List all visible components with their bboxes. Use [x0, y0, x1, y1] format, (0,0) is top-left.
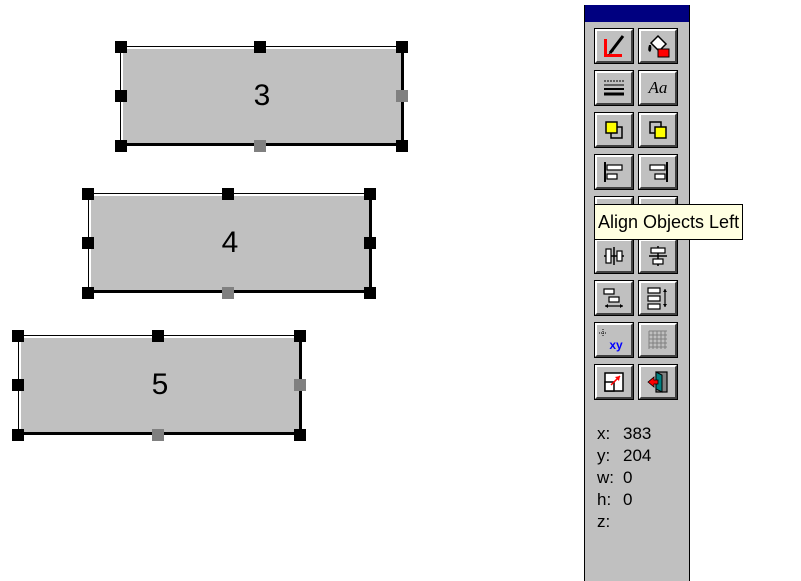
exit-icon	[647, 371, 668, 393]
resize-handle[interactable]	[152, 330, 164, 342]
resize-handle[interactable]	[396, 90, 408, 102]
resize-handle[interactable]	[396, 140, 408, 152]
resize-handle[interactable]	[82, 237, 94, 249]
coord-y-row: y: 204	[597, 445, 677, 467]
grid-icon	[648, 330, 667, 349]
coord-z-value	[623, 511, 677, 533]
coord-x-row: x: 383	[597, 423, 677, 445]
resize-handle[interactable]	[115, 140, 127, 152]
resize-button[interactable]	[595, 365, 633, 399]
coord-z-label: z:	[597, 512, 611, 531]
line-style-icon	[604, 80, 624, 96]
resize-handle[interactable]	[115, 90, 127, 102]
center-vertical-button[interactable]	[639, 239, 677, 273]
bring-to-front-icon	[605, 121, 623, 139]
resize-handle[interactable]	[12, 379, 24, 391]
resize-handle[interactable]	[222, 287, 234, 299]
coord-x-value: 383	[623, 424, 652, 443]
center-vertical-icon	[649, 246, 667, 266]
coord-h-value: 0	[623, 490, 633, 509]
align-right-icon	[649, 162, 668, 182]
resize-handle[interactable]	[222, 188, 234, 200]
coord-w-label: w:	[597, 468, 614, 487]
coordinates-button[interactable]: xy	[595, 323, 633, 357]
coordinates-readout: x: 383 y: 204 w: 0 h: 0 z:	[597, 423, 677, 533]
resize-handle[interactable]	[294, 379, 306, 391]
space-horizontal-icon	[603, 288, 623, 308]
space-vertical-icon	[647, 287, 667, 310]
grid-button[interactable]	[639, 323, 677, 357]
resize-icon	[604, 372, 624, 392]
space-horizontal-button[interactable]	[595, 281, 633, 315]
resize-handle[interactable]	[12, 429, 24, 441]
resize-handle[interactable]	[364, 287, 376, 299]
resize-handle[interactable]	[364, 237, 376, 249]
paint-bucket-button[interactable]	[639, 29, 677, 63]
coord-w-value: 0	[623, 468, 633, 487]
coord-y-value: 204	[623, 446, 652, 465]
paintbrush-button[interactable]	[595, 29, 633, 63]
resize-handle[interactable]	[364, 188, 376, 200]
coord-h-row: h: 0	[597, 489, 677, 511]
resize-handle[interactable]	[294, 429, 306, 441]
resize-handle[interactable]	[12, 330, 24, 342]
object-label: 5	[151, 368, 169, 401]
resize-handle[interactable]	[254, 41, 266, 53]
line-style-button[interactable]	[595, 71, 633, 105]
toolbox-palette: Aa xy x: 383 y: 204 w: 0 h: 0 z:	[584, 5, 690, 581]
toolbox-title-bar[interactable]	[585, 5, 689, 22]
align-left-button[interactable]	[595, 155, 633, 189]
send-to-back-icon	[649, 121, 667, 139]
coord-h-label: h:	[597, 490, 612, 509]
center-horizontal-button[interactable]	[595, 239, 633, 273]
resize-handle[interactable]	[115, 41, 127, 53]
object-label: 4	[221, 226, 239, 259]
coord-z-row: z:	[597, 511, 677, 533]
object-label: 3	[253, 79, 271, 112]
bring-to-front-button[interactable]	[595, 113, 633, 147]
resize-handle[interactable]	[396, 41, 408, 53]
resize-handle[interactable]	[294, 330, 306, 342]
font-button[interactable]: Aa	[639, 71, 677, 105]
send-to-back-button[interactable]	[639, 113, 677, 147]
align-right-button[interactable]	[639, 155, 677, 189]
align-left-icon	[604, 162, 623, 182]
coord-x-label: x:	[597, 424, 611, 443]
canvas-object-4[interactable]: 4	[89, 194, 371, 292]
tooltip: Align Objects Left	[594, 204, 744, 240]
paint-bucket-icon	[648, 34, 670, 58]
canvas-object-5[interactable]: 5	[19, 336, 301, 434]
crosshair-icon	[599, 329, 607, 337]
font-icon: Aa	[648, 78, 668, 97]
canvas-object-3[interactable]: 3	[121, 47, 403, 145]
coord-w-row: w: 0	[597, 467, 677, 489]
center-horizontal-icon	[604, 247, 624, 265]
resize-handle[interactable]	[152, 429, 164, 441]
resize-handle[interactable]	[82, 188, 94, 200]
coord-y-label: y:	[597, 446, 611, 465]
paintbrush-icon	[604, 35, 625, 57]
resize-handle[interactable]	[82, 287, 94, 299]
space-vertical-button[interactable]	[639, 281, 677, 315]
resize-handle[interactable]	[254, 140, 266, 152]
exit-button[interactable]	[639, 365, 677, 399]
